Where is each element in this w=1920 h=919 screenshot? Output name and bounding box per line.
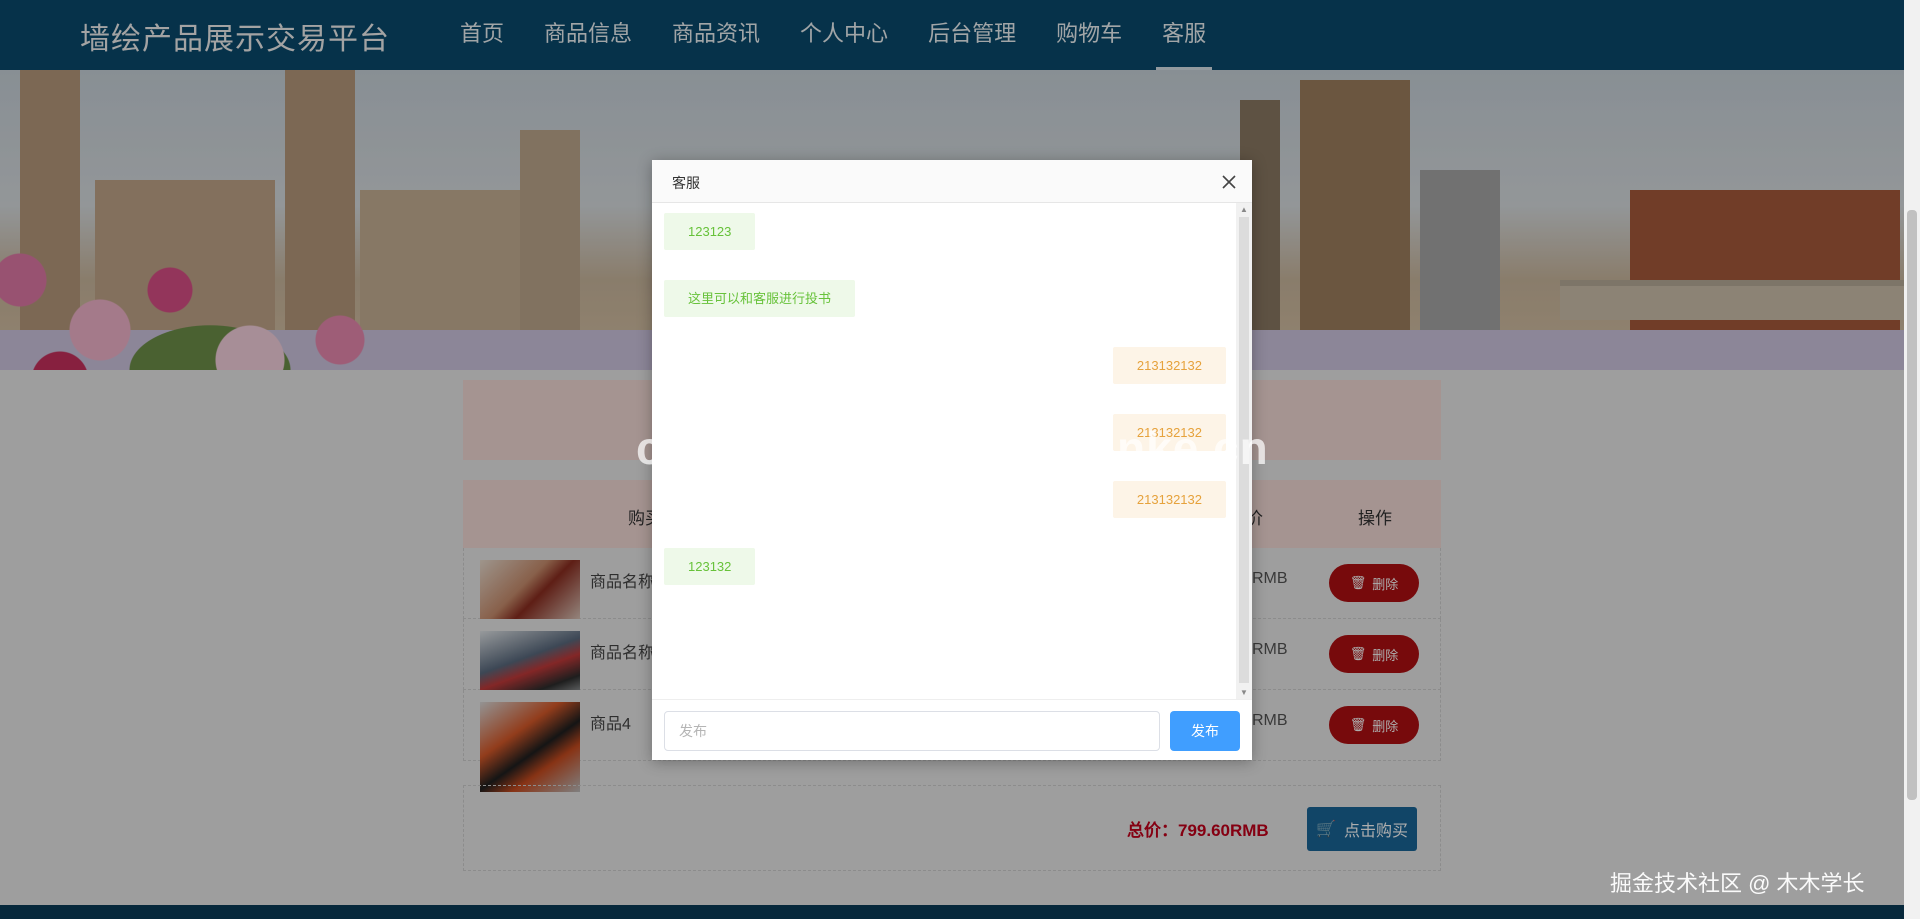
send-button[interactable]: 发布 xyxy=(1170,711,1240,751)
scroll-up-icon[interactable]: ▲ xyxy=(1240,205,1248,214)
scroll-down-icon[interactable]: ▼ xyxy=(1240,688,1248,697)
chat-message: 213132132 xyxy=(1112,481,1226,518)
chat-message: 123132 xyxy=(664,548,756,585)
chat-message: 123123 xyxy=(664,213,756,250)
dialog-title: 客服 xyxy=(672,175,700,191)
chat-message: 这里可以和客服进行投书 xyxy=(664,280,856,317)
watermark-text: cn围观客www.weiguanke.cn xyxy=(636,422,1269,474)
chat-message: 213132132 xyxy=(1112,347,1226,384)
page-scrollbar-thumb[interactable] xyxy=(1907,210,1917,800)
close-icon[interactable] xyxy=(1218,171,1240,193)
credit-text: 掘金技术社区 @ 木木学长 xyxy=(1610,871,1865,896)
message-input[interactable] xyxy=(664,711,1160,751)
dialog-footer: 发布 xyxy=(652,699,1252,760)
dialog-header: 客服 xyxy=(652,160,1252,203)
